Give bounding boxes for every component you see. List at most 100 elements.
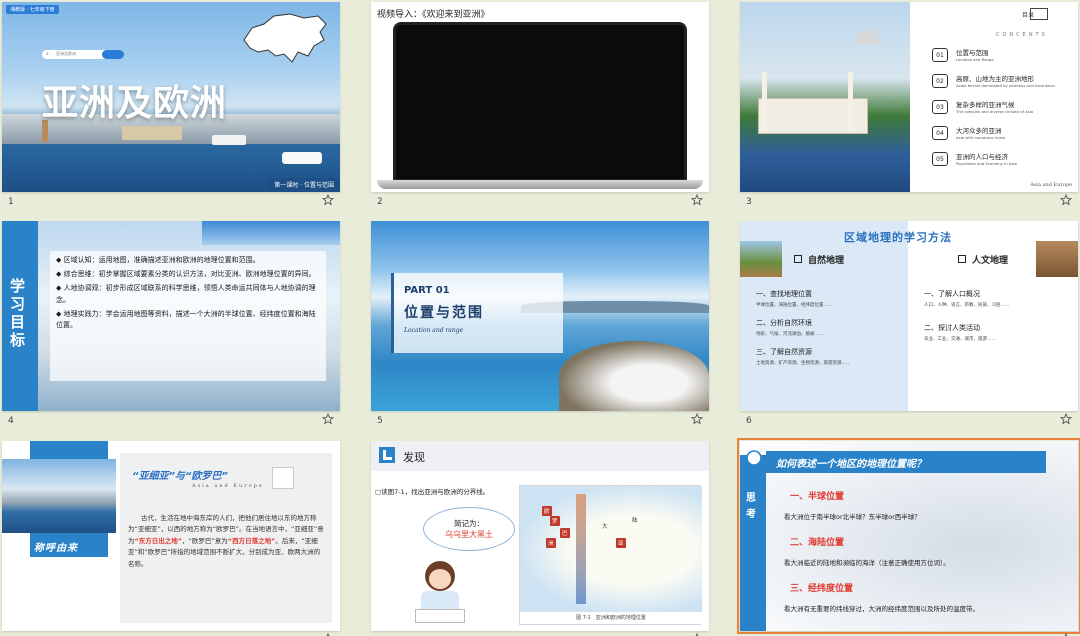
objective-item: ◆ 区域认知：运用地图，准确描述亚洲和欧洲的地理位置和范围。	[56, 256, 260, 264]
side-label: 称呼由来	[34, 543, 78, 554]
toc-title: 复杂多样的亚洲气候	[956, 101, 1015, 109]
star-icon[interactable]	[1060, 413, 1072, 425]
slide-2[interactable]: 视频导入：《欢迎来到亚洲》	[371, 2, 709, 192]
mosque-dome-shape	[856, 30, 880, 44]
method-heading: 三、了解自然资源	[756, 348, 812, 357]
slide-thumbnail-7[interactable]: 称呼由来 “亚细亚”与“欧罗巴” Asia and Europe 古代，生活在地…	[2, 441, 340, 636]
boat-shape	[282, 152, 322, 164]
slide-thumbnail-1[interactable]: 湘教版 · 七年级下册 ⌕ 亚洲及欧洲 亚洲及欧洲 第一课时 · 位置与范围 1	[2, 2, 340, 209]
slide-7[interactable]: 称呼由来 “亚细亚”与“欧罗巴” Asia and Europe 古代，生活在地…	[2, 441, 340, 631]
decor-square	[272, 467, 294, 489]
highlight-east: “东方日出之地”	[134, 536, 183, 545]
toc-item: 02 高原、山地为主的亚洲地形 Asian terrain dominated by…	[932, 72, 1072, 98]
method-detail: 地形、气候、河流湖泊、植被……	[756, 332, 824, 338]
position-sections: 一、半球位置看大洲位于南半球or北半球？东半球or西半球？ 二、海陆位置看大洲临近…	[774, 489, 1070, 627]
human-list: 一、了解人口概况 人口、人种、语言、宗教、民族、习俗…… 二、探讨人类活动 农业、工业…	[924, 287, 1074, 357]
method-heading: 一、查找地理位置	[756, 290, 812, 298]
method-detail: 土地资源、矿产资源、生物资源、旅游资源……	[756, 361, 851, 367]
hall-photo	[1036, 241, 1078, 277]
asia-map-icon	[243, 13, 327, 63]
method-detail: 人口、人种、语言、宗教、民族、习俗……	[924, 303, 1010, 308]
toc-title: 位置与范围	[956, 49, 989, 57]
map-label: 欧	[542, 506, 552, 516]
checkbox-icon	[794, 255, 802, 263]
map-label: 亚	[616, 538, 626, 548]
prompt-text: 读图7-1，找出亚洲与欧洲的分界线。	[381, 488, 490, 496]
objective-list: ◆ 区域认知：运用地图，准确描述亚洲和欧洲的地理位置和范围。 ◆ 综合思维：初步掌…	[50, 251, 326, 381]
harbor-photo	[2, 459, 116, 533]
human-heading: 人文地理	[972, 256, 1009, 266]
slide-thumbnail-5[interactable]: PART 01 位置与范围 Location and range 5	[371, 221, 709, 428]
natural-list: 一、查找地理位置 半球位置、海陆位置、经纬度位置…… 二、分析自然环境 地形、气候、河…	[756, 287, 906, 377]
slide-3[interactable]: 目录 CONCENTS 01 位置与范围 Location and Range 02 高…	[740, 2, 1078, 192]
slide-title: 区域地理的学习方法	[844, 231, 952, 244]
toc-number: 03	[932, 100, 948, 114]
slide-4[interactable]: 学习目标 ◆ 区域认知：运用地图，准确描述亚洲和欧洲的地理位置和范围。 ◆ 综合思…	[2, 221, 340, 411]
slide-thumbnail-2[interactable]: 视频导入：《欢迎来到亚洲》 2	[371, 2, 709, 209]
sky-band	[202, 221, 340, 245]
toc-subtitle: The complex and diverse climate of Asia	[956, 109, 1034, 114]
slide-1[interactable]: 湘教版 · 七年级下册 ⌕ 亚洲及欧洲 亚洲及欧洲 第一课时 · 位置与范围	[2, 2, 340, 192]
toc-number: 02	[932, 74, 948, 88]
section-detail: 看大洲有无重要的纬线穿过，大洲的经纬度范围以及所处的温度带。	[784, 605, 979, 613]
side-bar	[740, 455, 766, 631]
search-text: 亚洲及欧洲	[56, 51, 76, 56]
laptop-screen[interactable]	[393, 22, 687, 182]
slide-title: 如何表述一个地区的地理位置呢？	[776, 459, 926, 470]
star-icon[interactable]	[691, 413, 703, 425]
natural-heading: 自然地理	[808, 256, 845, 266]
star-icon[interactable]	[322, 413, 334, 425]
slide-5[interactable]: PART 01 位置与范围 Location and range	[371, 221, 709, 411]
side-label: 思考	[746, 493, 756, 520]
part-title: 位置与范围	[404, 305, 484, 321]
map-label: 洲	[546, 538, 556, 548]
checkbox-icon	[958, 255, 966, 263]
star-icon[interactable]	[1060, 194, 1072, 206]
objective-item: ◆ 地理实践力：学会运用地图等资料，描述一个大洲的半球位置、经纬度位置和海陆位置…	[56, 309, 316, 330]
toc-title: 高原、山地为主的亚洲地形	[956, 75, 1034, 83]
memo-bubble: 简记为： 乌乌里大黑土	[423, 507, 515, 551]
star-icon[interactable]	[322, 194, 334, 206]
bubble-mnemonic: 乌乌里大黑土	[445, 530, 493, 539]
side-title: 学习目标	[10, 277, 26, 349]
asia-europe-map[interactable]: 欧罗巴洲 亚 大 陆 图 7-1 亚洲和欧洲的地理位置	[519, 485, 702, 625]
map-label: 陆	[632, 518, 638, 524]
slide-8[interactable]: 发现 ▢读图7-1，找出亚洲与欧洲的分界线。 简记为： 乌乌里大黑土 欧罗巴洲 亚…	[371, 441, 709, 631]
accent-block	[30, 441, 108, 459]
map-label: 罗	[550, 516, 560, 526]
footer-text: Asia and Europe	[1030, 182, 1072, 188]
section-detail: 看大洲临近的陆地和濒临的海洋（注意正确使用方位词）。	[784, 559, 950, 567]
method-heading: 一、了解人口概况	[924, 290, 980, 298]
toc-list: 01 位置与范围 Location and Range 02 高原、山地为主的亚洲地形 A…	[932, 46, 1072, 176]
slide-thumbnail-6[interactable]: 区域地理的学习方法 自然地理 人文地理 一、查找地理位置半球位置、海陆位置、经纬…	[740, 221, 1078, 428]
building-shape	[122, 126, 182, 140]
search-icon: ⌕	[46, 51, 49, 57]
lightbulb-icon	[746, 450, 762, 470]
field-photo	[740, 241, 782, 277]
toc-item: 05 亚洲的人口与经济 Population and Economy in Asia	[932, 150, 1072, 176]
section-detail: 看大洲位于南半球or北半球？东半球or西半球？	[784, 513, 921, 521]
star-icon[interactable]	[691, 194, 703, 206]
toc-title: 大河众多的亚洲	[956, 127, 1002, 135]
contents-heading: 目录	[1022, 12, 1035, 19]
toc-number: 05	[932, 152, 948, 166]
slide-thumbnail-4[interactable]: 学习目标 ◆ 区域认知：运用地图，准确描述亚洲和欧洲的地理位置和范围。 ◆ 综合思…	[2, 221, 340, 428]
section-heading: 二、海陆位置	[790, 538, 845, 548]
section-heading: 一、半球位置	[790, 492, 845, 502]
slide-thumbnail-3[interactable]: 目录 CONCENTS 01 位置与范围 Location and Range 02 高…	[740, 2, 1078, 209]
toc-item: 04 大河众多的亚洲 Asia with numerous rivers	[932, 124, 1072, 150]
slide-9[interactable]: 思考 如何表述一个地区的地理位置呢？ 一、半球位置看大洲位于南半球or北半球？东…	[737, 438, 1080, 634]
slide-thumbnail-9[interactable]: 思考 如何表述一个地区的地理位置呢？ 一、半球位置看大洲位于南半球or北半球？东…	[737, 438, 1080, 636]
method-detail: 农业、工业、交通、城市、旅游……	[924, 337, 996, 343]
search-button[interactable]	[102, 50, 124, 59]
palace-photo	[740, 2, 910, 192]
slide-title-en: Asia and Europe	[192, 483, 264, 489]
toc-subtitle: Location and Range	[956, 57, 994, 62]
toc-number: 04	[932, 126, 948, 140]
method-detail: 半球位置、海陆位置、经纬度位置……	[756, 303, 833, 308]
slide-thumbnail-8[interactable]: 发现 ▢读图7-1，找出亚洲与欧洲的分界线。 简记为： 乌乌里大黑土 欧罗巴洲 亚…	[371, 441, 709, 636]
student-illustration	[411, 561, 469, 627]
part-box: PART 01 位置与范围 Location and range	[391, 273, 563, 353]
slide-6[interactable]: 区域地理的学习方法 自然地理 人文地理 一、查找地理位置半球位置、海陆位置、经纬…	[740, 221, 1078, 411]
bubble-label: 简记为：	[454, 519, 484, 528]
